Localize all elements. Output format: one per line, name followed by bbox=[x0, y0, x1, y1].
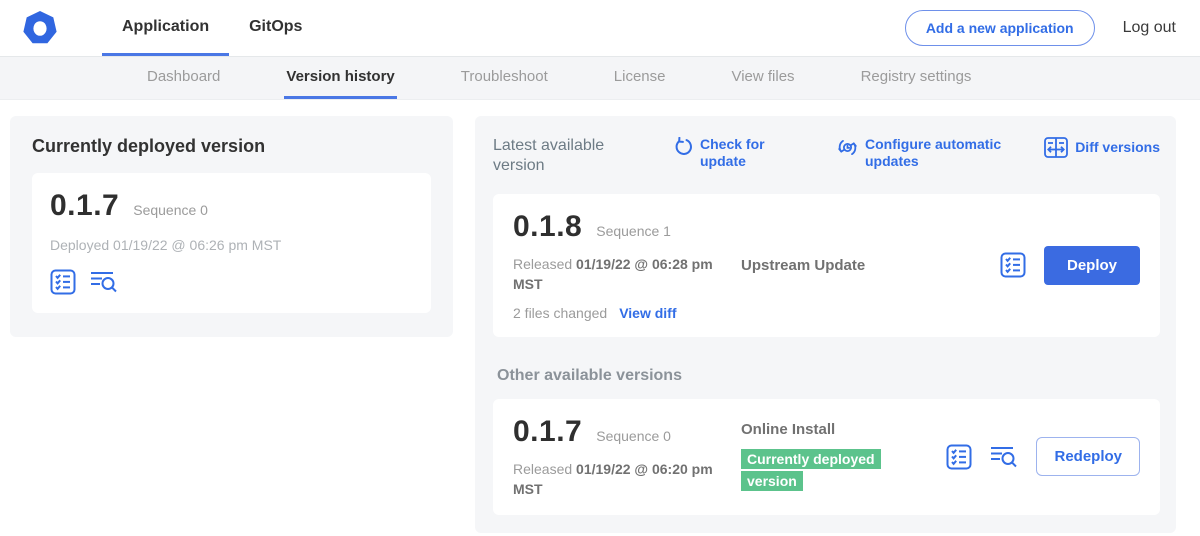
check-for-update-label: Check for update bbox=[700, 136, 791, 170]
version-history-page: Currently deployed version 0.1.7 Sequenc… bbox=[0, 100, 1200, 533]
preflight-checks-icon[interactable] bbox=[946, 444, 972, 470]
app-tabs: Application GitOps bbox=[102, 0, 322, 56]
currently-deployed-badge: Currently deployed version bbox=[741, 449, 881, 491]
logout-button[interactable]: Log out bbox=[1123, 19, 1176, 37]
view-diff-link[interactable]: View diff bbox=[619, 305, 676, 321]
latest-release-card: 0.1.8 Sequence 1 Released 01/19/22 @ 06:… bbox=[493, 194, 1160, 337]
latest-source-label: Upstream Update bbox=[741, 257, 1000, 274]
other-version-number: 0.1.7 bbox=[513, 415, 582, 449]
other-source-label: Online Install bbox=[741, 421, 946, 438]
files-changed-label: 2 files changed bbox=[513, 305, 607, 321]
preflight-checks-icon[interactable] bbox=[1000, 252, 1026, 278]
configure-automatic-updates-label: Configure automatic updates bbox=[865, 136, 1015, 170]
deployed-timestamp: Deployed 01/19/22 @ 06:26 pm MST bbox=[50, 237, 413, 253]
latest-released-timestamp: Released 01/19/22 @ 06:28 pm MST bbox=[513, 254, 728, 295]
deployed-version-number: 0.1.7 bbox=[50, 189, 119, 223]
configure-automatic-updates-button[interactable]: Configure automatic updates bbox=[837, 136, 1015, 170]
released-label: Released bbox=[513, 256, 572, 272]
refresh-icon bbox=[673, 137, 693, 157]
subnav-item-registry-settings[interactable]: Registry settings bbox=[859, 57, 974, 99]
schedule-update-icon bbox=[837, 137, 858, 158]
diff-versions-label: Diff versions bbox=[1075, 139, 1160, 156]
other-available-versions-heading: Other available versions bbox=[497, 367, 1160, 385]
subnav-item-dashboard[interactable]: Dashboard bbox=[145, 57, 222, 99]
replicated-logo-icon bbox=[22, 10, 58, 46]
subnav-item-version-history[interactable]: Version history bbox=[284, 57, 396, 99]
deployed-version-card: 0.1.7 Sequence 0 Deployed 01/19/22 @ 06:… bbox=[32, 173, 431, 313]
top-navbar: Application GitOps Add a new application… bbox=[0, 0, 1200, 57]
released-label: Released bbox=[513, 461, 572, 477]
latest-sequence-label: Sequence 1 bbox=[596, 223, 671, 239]
latest-version-number: 0.1.8 bbox=[513, 210, 582, 244]
subnav-item-license[interactable]: License bbox=[612, 57, 668, 99]
tab-gitops-label: GitOps bbox=[249, 18, 302, 36]
diff-versions-button[interactable]: Diff versions bbox=[1044, 136, 1160, 158]
app-subnav: Dashboard Version history Troubleshoot L… bbox=[0, 57, 1200, 100]
preflight-checks-icon[interactable] bbox=[50, 269, 76, 295]
tab-application-label: Application bbox=[122, 18, 209, 36]
view-logs-icon[interactable] bbox=[990, 445, 1018, 469]
tab-gitops[interactable]: GitOps bbox=[229, 0, 322, 56]
other-release-card: 0.1.7 Sequence 0 Released 01/19/22 @ 06:… bbox=[493, 399, 1160, 516]
available-versions-panel: Latest available version Check for updat… bbox=[475, 116, 1176, 533]
subnav-item-view-files[interactable]: View files bbox=[729, 57, 796, 99]
view-logs-icon[interactable] bbox=[90, 270, 118, 294]
add-new-application-button[interactable]: Add a new application bbox=[905, 10, 1095, 46]
other-released-timestamp: Released 01/19/22 @ 06:20 pm MST bbox=[513, 459, 728, 500]
latest-available-title: Latest available version bbox=[493, 136, 625, 176]
diff-versions-icon bbox=[1044, 137, 1068, 158]
redeploy-button[interactable]: Redeploy bbox=[1036, 437, 1140, 476]
check-for-update-button[interactable]: Check for update bbox=[673, 136, 791, 170]
other-sequence-label: Sequence 0 bbox=[596, 428, 671, 444]
deploy-button[interactable]: Deploy bbox=[1044, 246, 1140, 285]
tab-application[interactable]: Application bbox=[102, 0, 229, 56]
deployed-sequence-label: Sequence 0 bbox=[133, 202, 208, 218]
currently-deployed-title: Currently deployed version bbox=[32, 136, 431, 157]
currently-deployed-card: Currently deployed version 0.1.7 Sequenc… bbox=[10, 116, 453, 337]
subnav-item-troubleshoot[interactable]: Troubleshoot bbox=[459, 57, 550, 99]
